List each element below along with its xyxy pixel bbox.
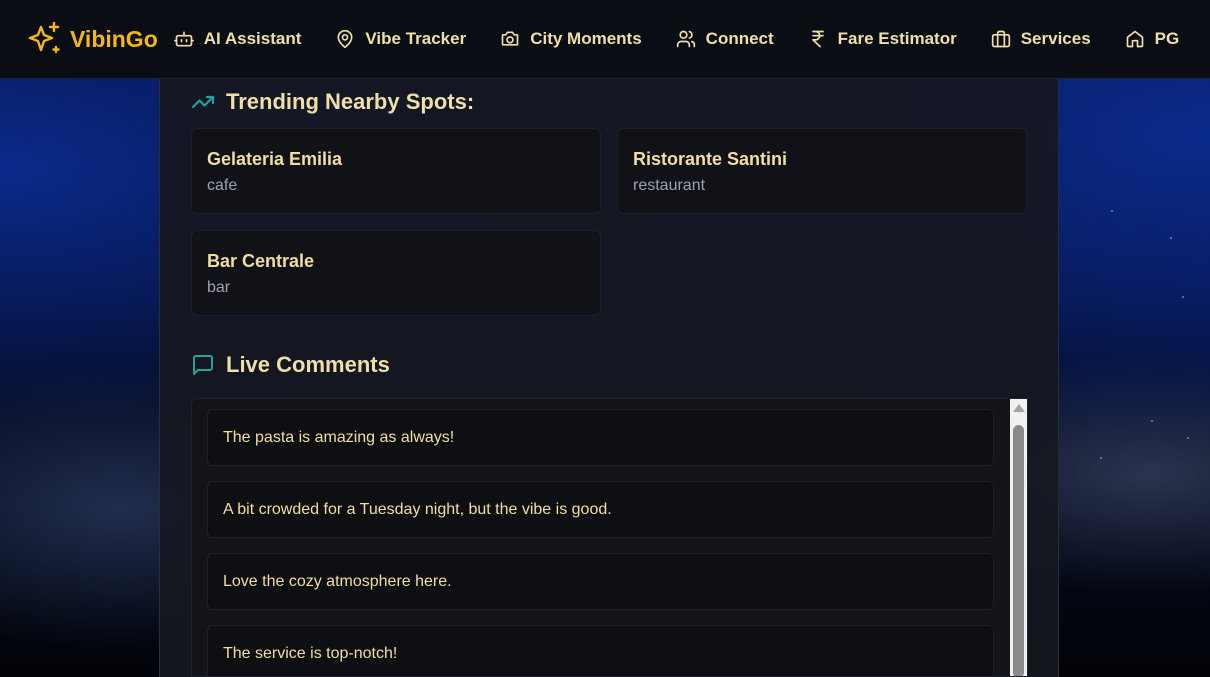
comment-item: A bit crowded for a Tuesday night, but t…: [207, 481, 994, 538]
nav-label: Vibe Tracker: [365, 29, 467, 48]
comments-heading: Live Comments: [191, 352, 390, 378]
brand-logo[interactable]: VibinGo: [26, 21, 158, 57]
spot-name: Ristorante Santini: [633, 149, 788, 169]
trending-up-icon: [191, 95, 215, 109]
nav-vibe-tracker[interactable]: Vibe Tracker: [335, 29, 466, 49]
map-pin-icon: [337, 29, 353, 49]
nav-connect[interactable]: Connect: [676, 29, 774, 49]
rupee-icon: [811, 30, 824, 48]
message-square-icon: [193, 355, 213, 375]
scroll-thumb[interactable]: [1013, 425, 1024, 676]
spot-type: bar: [207, 279, 231, 296]
users-icon: [676, 30, 695, 48]
comments-title: Live Comments: [226, 352, 390, 377]
trending-title: Trending Nearby Spots:: [226, 89, 475, 114]
comment-item: Love the cozy atmosphere here.: [207, 553, 994, 610]
nav-label: City Moments: [530, 29, 642, 48]
nav-city-moments[interactable]: City Moments: [500, 29, 642, 49]
spot-card[interactable]: Gelateria Emilia cafe: [191, 128, 601, 214]
spot-type: cafe: [207, 177, 238, 194]
nav-fare-estimator[interactable]: Fare Estimator: [808, 29, 957, 49]
camera-icon: [501, 31, 519, 46]
comment-item: The service is top-notch!: [207, 625, 994, 676]
sparkles-icon: [28, 21, 60, 54]
nav-label: Connect: [705, 29, 774, 48]
trending-heading: Trending Nearby Spots:: [191, 89, 474, 115]
comments-scrollbar[interactable]: [1010, 399, 1027, 676]
comments-list[interactable]: The pasta is amazing as always! A bit cr…: [191, 398, 1028, 677]
spot-card[interactable]: Bar Centrale bar: [191, 230, 601, 316]
nav-services[interactable]: Services: [991, 29, 1091, 49]
nav-ai-assistant[interactable]: AI Assistant: [173, 29, 302, 49]
nav-label: PG: [1154, 29, 1180, 48]
nav-label: Services: [1020, 29, 1091, 48]
scroll-up-arrow-icon[interactable]: [1013, 404, 1025, 412]
spot-type: restaurant: [633, 177, 706, 194]
brand-name: VibinGo: [70, 25, 158, 52]
spot-name: Bar Centrale: [207, 251, 315, 271]
comment-item: The pasta is amazing as always!: [207, 409, 994, 466]
nav-label: Fare Estimator: [837, 29, 957, 48]
top-navbar: VibinGo AI Assistant Vibe Tracker City M…: [0, 0, 1210, 79]
nav-label: AI Assistant: [203, 29, 302, 48]
briefcase-icon: [991, 30, 1010, 48]
bot-icon: [173, 31, 194, 47]
home-icon: [1126, 30, 1144, 48]
main-panel: Trending Nearby Spots: Gelateria Emilia …: [159, 79, 1059, 677]
nav-pg[interactable]: PG: [1125, 29, 1180, 49]
spot-card[interactable]: Ristorante Santini restaurant: [617, 128, 1027, 214]
spot-name: Gelateria Emilia: [207, 149, 343, 169]
